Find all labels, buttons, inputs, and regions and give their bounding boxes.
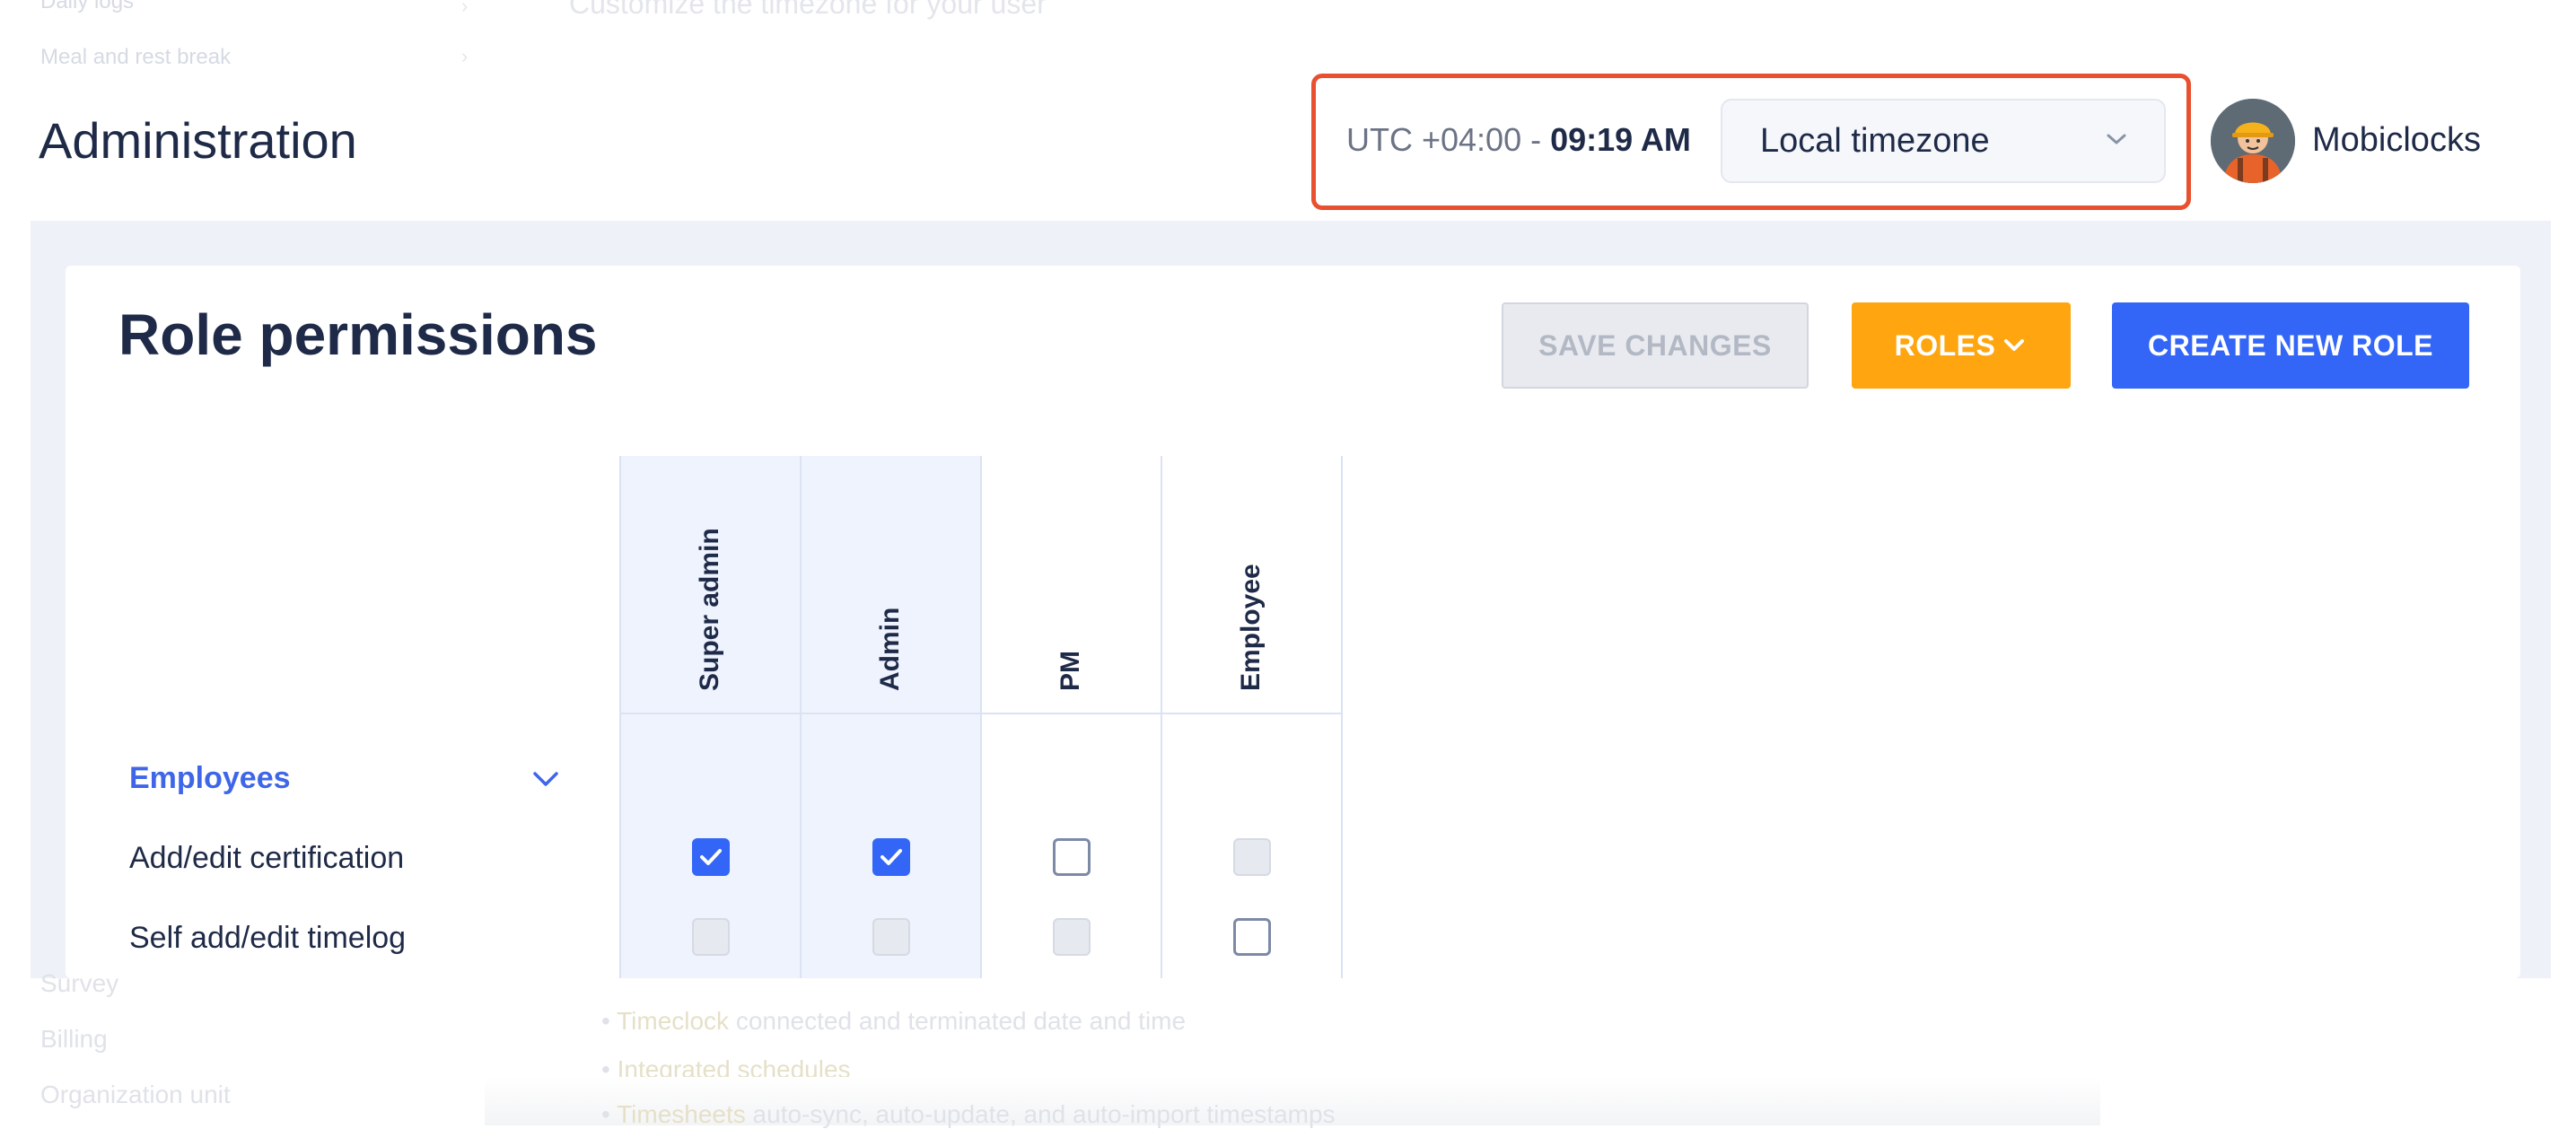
checkbox-self-add-edit-timelog-admin	[872, 918, 910, 956]
bg-sidebar-item: Daily logs	[40, 0, 135, 13]
chevron-down-icon	[2107, 134, 2126, 144]
checkbox-self-add-edit-timelog-super-admin	[692, 918, 730, 956]
avatar-worker-icon	[2211, 99, 2295, 183]
timezone-select[interactable]: Local timezone	[1721, 99, 2166, 183]
bg-sidebar-item: Organization unit	[40, 1081, 231, 1108]
bg-line-text: auto-sync, auto-update, and auto-import …	[752, 1100, 1336, 1128]
grid-divider	[1161, 456, 1162, 978]
bg-chevron-icon: ›	[461, 45, 469, 67]
timezone-readout: UTC +04:00 - 09:19 AM	[1346, 121, 1691, 159]
grid-divider	[619, 456, 621, 978]
current-time: 09:19 AM	[1550, 121, 1691, 158]
column-header-pm: PM	[1056, 651, 1085, 691]
bg-line-text: connected and terminated date and time	[735, 1007, 1187, 1035]
checkbox-add-edit-certification-employee	[1233, 838, 1271, 876]
timezone-offset: UTC +04:00 -	[1346, 121, 1551, 158]
permission-row-label: Add/edit certification	[129, 841, 405, 875]
column-header-employee: Employee	[1236, 564, 1266, 691]
checkbox-add-edit-certification-admin[interactable]	[872, 838, 910, 876]
grid-divider	[980, 456, 982, 978]
grid-divider	[800, 456, 802, 978]
user-name[interactable]: Mobiclocks	[2312, 121, 2481, 160]
timezone-select-value: Local timezone	[1760, 121, 1990, 160]
checkbox-self-add-edit-timelog-employee[interactable]	[1233, 918, 1271, 956]
create-new-role-button[interactable]: CREATE NEW ROLE	[2112, 302, 2469, 389]
card-title: Role permissions	[118, 302, 598, 367]
roles-button-label: ROLES	[1894, 328, 1996, 362]
column-header-super-admin: Super admin	[695, 528, 724, 691]
grid-header-divider	[619, 713, 1343, 714]
bg-link: Timesheets	[617, 1100, 746, 1128]
check-icon	[881, 849, 902, 865]
checkbox-add-edit-certification-pm[interactable]	[1053, 838, 1091, 876]
bg-sidebar-item: Meal and rest break	[40, 45, 232, 69]
grid-divider	[1341, 456, 1343, 978]
bg-subtitle: Customize the timezone for your user	[569, 0, 1047, 20]
bg-bullet-line: • Timeclock connected and terminated dat…	[601, 1007, 1187, 1035]
avatar[interactable]	[2211, 99, 2295, 183]
background-page-top: Daily logs › Meal and rest break › Custo…	[0, 0, 2576, 81]
column-header-admin: Admin	[875, 607, 905, 691]
bg-link: Timeclock	[617, 1007, 730, 1035]
bg-chevron-icon: ›	[461, 0, 469, 17]
roles-dropdown-button[interactable]: ROLES	[1852, 302, 2071, 389]
chevron-down-icon	[2004, 339, 2025, 351]
checkbox-add-edit-certification-super-admin[interactable]	[692, 838, 730, 876]
checkbox-self-add-edit-timelog-pm	[1053, 918, 1091, 956]
check-icon	[700, 849, 722, 865]
section-employees[interactable]: Employees	[129, 761, 291, 796]
save-changes-button[interactable]: SAVE CHANGES	[1502, 302, 1809, 389]
page-title: Administration	[39, 112, 357, 169]
bg-sidebar-item: Survey	[40, 969, 119, 997]
bg-bullet-line: • Timesheets auto-sync, auto-update, and…	[601, 1100, 1336, 1128]
chevron-down-icon[interactable]	[530, 763, 562, 795]
bg-sidebar-item: Billing	[40, 1025, 108, 1053]
permission-row-label: Self add/edit timelog	[129, 921, 407, 955]
